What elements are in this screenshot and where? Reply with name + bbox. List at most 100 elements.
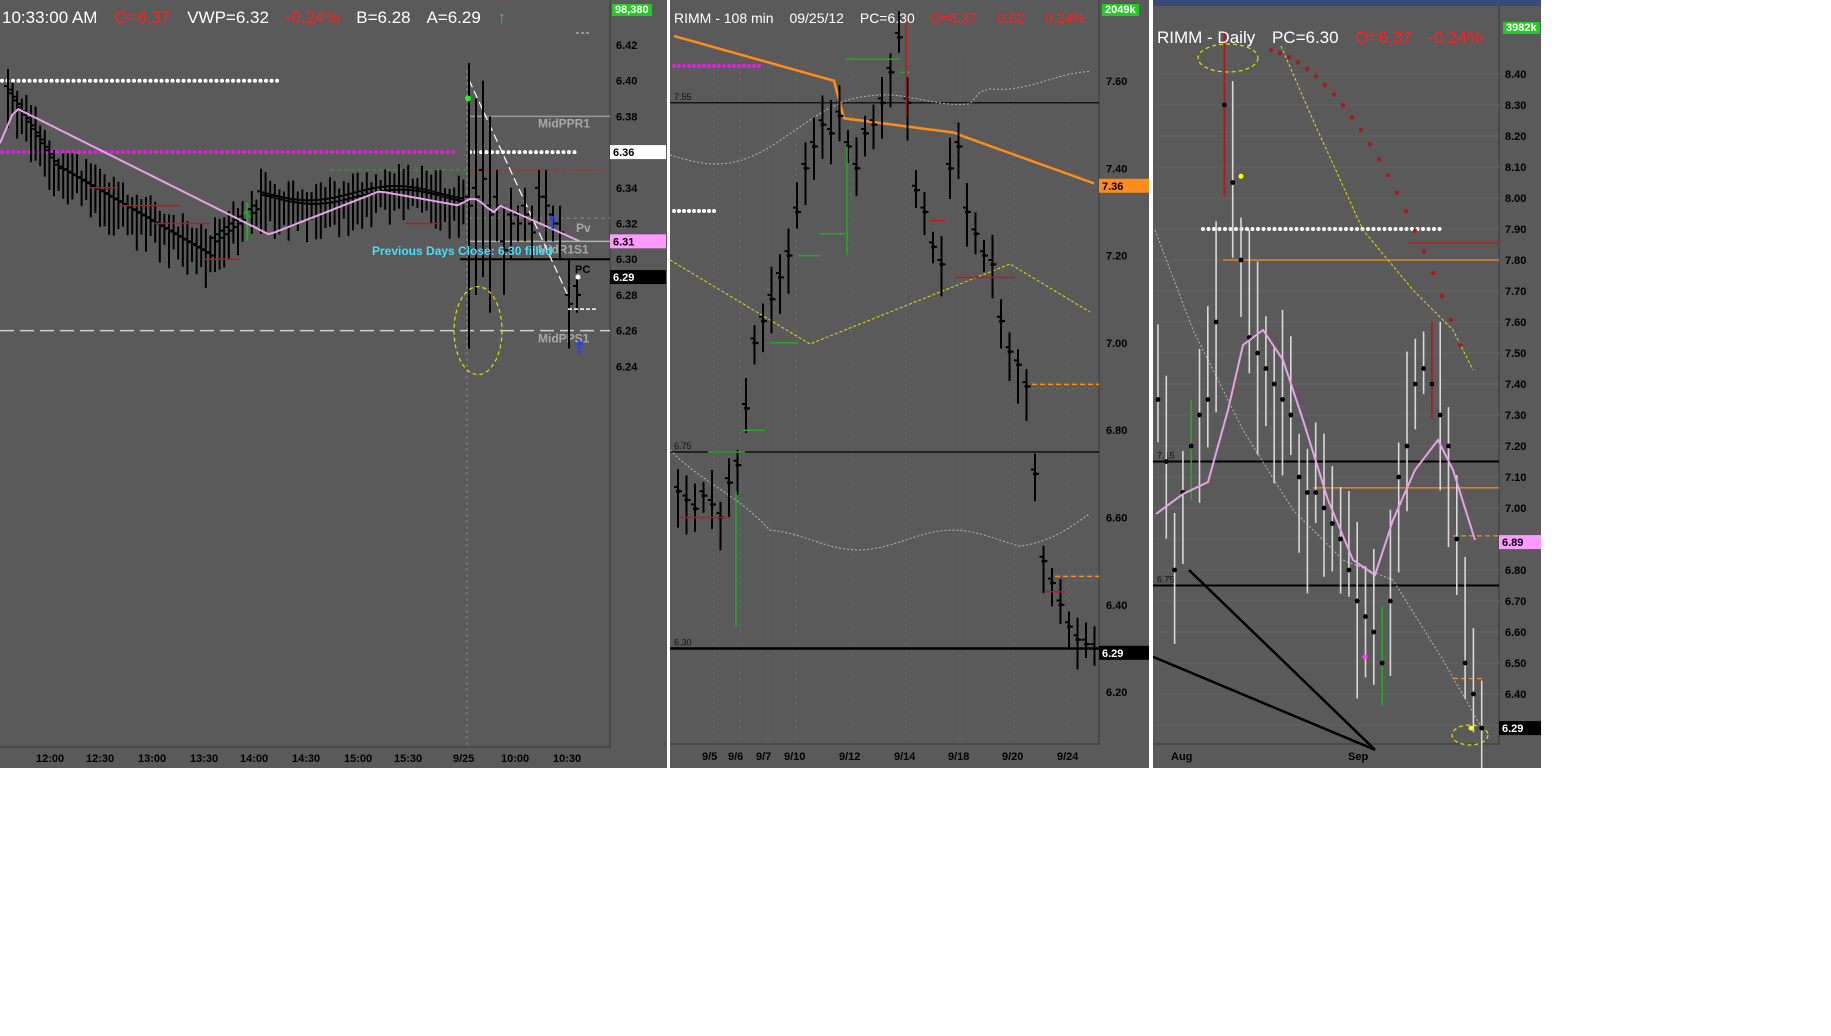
close-dot (982, 253, 986, 258)
resistance-dots (49, 78, 54, 83)
magenta-level-dots (203, 150, 208, 155)
daily-chart-panel: 8.40 8.30 8.20 8.10 8.00 7.90 7.80 7.70 7.60 7.50… (1153, 0, 1541, 768)
white-level-dots (1432, 227, 1436, 231)
resistance-dots (132, 78, 136, 83)
close-dot (1024, 384, 1029, 389)
resistance-dots (181, 78, 186, 83)
black-trendline (1153, 655, 1376, 751)
sar-dot (1358, 127, 1364, 133)
magenta-level-dots (434, 150, 439, 155)
close-dot (1313, 490, 1319, 495)
magenta-level-dots (429, 150, 433, 155)
white-level-dots (702, 209, 706, 213)
price-tick-label: 7.80 (1505, 255, 1526, 267)
close-dot (1050, 580, 1054, 585)
lower-envelope (1154, 229, 1484, 731)
magenta-level-dots (214, 150, 219, 155)
close-dot (1197, 412, 1202, 418)
close-dot (948, 166, 952, 171)
white-level-dots (1245, 227, 1249, 231)
price-tick-label: 6.60 (1106, 513, 1127, 525)
close-dot (1041, 559, 1046, 564)
pv-label: Pv (576, 221, 591, 235)
sar-dot (1286, 55, 1292, 60)
close-dot (701, 493, 706, 498)
magenta-level-dots (121, 150, 125, 155)
white-level-dots (556, 150, 560, 155)
magenta-level-dots (297, 150, 301, 155)
magenta-level-dots (11, 150, 15, 155)
white-level-dots (1399, 227, 1403, 231)
white-level-dots (567, 150, 571, 155)
sar-dot (1448, 317, 1454, 323)
white-level-dots (1371, 227, 1376, 231)
magenta-level-dots (352, 150, 356, 155)
resistance-dots (203, 78, 208, 83)
resistance-dots (0, 78, 4, 83)
resistance-dots (236, 78, 241, 83)
magenta-level-dots (192, 150, 197, 155)
magenta-level-dots (692, 64, 696, 68)
close-dot (880, 100, 884, 105)
magenta-level-dots (291, 150, 296, 155)
magenta-level-dots (154, 150, 158, 155)
white-level-dots (517, 150, 522, 155)
resistance-dots (192, 78, 197, 83)
window-title-bar (1153, 0, 1541, 6)
price-tick-label: 8.00 (1505, 193, 1526, 205)
resistance-dots (104, 78, 109, 83)
level-675-label: 6.75 (674, 441, 692, 451)
close-dot (973, 231, 978, 236)
white-level-dots (506, 150, 511, 155)
close-dot (931, 244, 935, 249)
date-tick-label: 9/14 (894, 751, 916, 763)
close-dot (1058, 602, 1063, 607)
resistance-dots (44, 78, 48, 83)
close-dot (1346, 567, 1352, 573)
time-tick-label: 15:00 (344, 753, 372, 765)
resistance-dots (88, 78, 92, 83)
intraday-chart-svg: 6.42 6.40 6.38 6.36 6.34 6.32 6.30 6.28 6.26 6.24… (0, 0, 666, 765)
white-level-dots (1217, 227, 1222, 231)
close-dot (888, 70, 893, 75)
price-tick-label: 7.50 (1505, 348, 1526, 360)
resistance-dots (214, 78, 219, 83)
price-tick-label: 7.20 (1505, 441, 1526, 453)
white-level-dots (528, 150, 533, 155)
resistance-dots (165, 78, 169, 83)
magenta-level-dots (148, 150, 153, 155)
white-level-dots (1234, 227, 1238, 231)
volume-badge: 98,380 (612, 4, 652, 16)
resistance-dots (198, 78, 202, 83)
white-level-dots (1355, 227, 1359, 231)
resistance-dots (82, 78, 87, 83)
price-tick-label: 8.40 (1505, 69, 1526, 81)
resistance-dots (99, 78, 103, 83)
close-dot (1075, 637, 1080, 642)
magenta-level-dots (187, 150, 191, 155)
close-dot (1288, 412, 1294, 418)
white-level-dots (692, 209, 696, 213)
magenta-level-dots (82, 150, 87, 155)
close-dot (1396, 474, 1402, 480)
close-dot (1437, 412, 1443, 418)
price-tick-label: 6.34 (616, 183, 638, 195)
magenta-level-dots (335, 150, 340, 155)
white-level-dots (1289, 227, 1293, 231)
magenta-level-dots (687, 64, 691, 68)
white-level-dots (1333, 227, 1337, 231)
prev-close: PC=6.30 (1271, 28, 1339, 47)
close-dot (829, 131, 833, 136)
sar-dot (1277, 50, 1283, 56)
magenta-level-dots (407, 150, 411, 155)
magenta-level-dots (374, 150, 378, 155)
prev-close: PC=6.30 (859, 10, 915, 26)
close-dot (1421, 366, 1426, 371)
close-dot (914, 188, 918, 193)
sar-dot (1385, 173, 1391, 178)
magenta-level-dots (418, 150, 422, 155)
close-dot (897, 35, 901, 40)
magenta-level-dots (198, 150, 202, 155)
signal-dot (1468, 725, 1474, 731)
date-tick-label: 9/24 (1057, 751, 1079, 763)
